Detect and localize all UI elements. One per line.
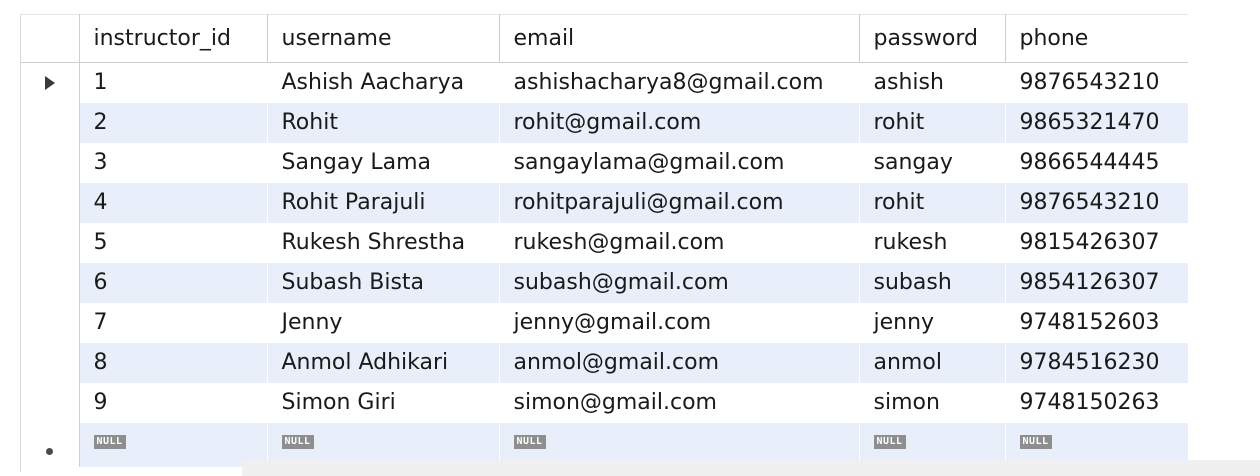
table-row[interactable]: 9 Simon Giri simon@gmail.com simon 97481…: [21, 382, 1190, 423]
null-badge: NULL: [281, 434, 314, 449]
table-row[interactable]: 8 Anmol Adhikari anmol@gmail.com anmol 9…: [21, 342, 1190, 383]
cell-username[interactable]: Anmol Adhikari: [267, 342, 499, 383]
cell-email[interactable]: jenny@gmail.com: [499, 302, 859, 343]
cell-password[interactable]: sangay: [859, 142, 1005, 183]
cell-username[interactable]: Rohit Parajuli: [267, 182, 499, 223]
cell-instructor-id[interactable]: 7: [79, 302, 267, 343]
cell-email[interactable]: rukesh@gmail.com: [499, 222, 859, 263]
cell-instructor-id[interactable]: NULL: [79, 422, 267, 467]
row-selector[interactable]: [21, 302, 80, 343]
cell-username[interactable]: Ashish Aacharya: [267, 62, 499, 103]
result-grid-window: { "grid": { "columns": ["instructor_id",…: [0, 0, 1260, 476]
cell-phone[interactable]: 9854126307: [1005, 262, 1190, 303]
table-row[interactable]: 4 Rohit Parajuli rohitparajuli@gmail.com…: [21, 182, 1190, 223]
cell-email[interactable]: anmol@gmail.com: [499, 342, 859, 383]
grid-empty-area: [1188, 14, 1260, 460]
table-row[interactable]: 5 Rukesh Shrestha rukesh@gmail.com rukes…: [21, 222, 1190, 263]
table-row[interactable]: 7 Jenny jenny@gmail.com jenny 9748152603: [21, 302, 1190, 343]
cell-instructor-id[interactable]: 6: [79, 262, 267, 303]
row-selector[interactable]: [21, 142, 80, 183]
result-table: instructor_id username email password ph…: [21, 14, 1190, 467]
cell-password[interactable]: rukesh: [859, 222, 1005, 263]
cell-instructor-id[interactable]: 9: [79, 382, 267, 423]
row-selector[interactable]: [21, 342, 80, 383]
null-badge: NULL: [873, 434, 906, 449]
column-header-username[interactable]: username: [267, 14, 500, 63]
cell-password[interactable]: simon: [859, 382, 1005, 423]
null-badge: NULL: [93, 434, 126, 449]
cell-phone[interactable]: 9748150263: [1005, 382, 1190, 423]
cell-email[interactable]: subash@gmail.com: [499, 262, 859, 303]
cell-phone[interactable]: 9876543210: [1005, 182, 1190, 223]
null-badge: NULL: [513, 434, 546, 449]
cell-phone[interactable]: 9815426307: [1005, 222, 1190, 263]
column-header-email[interactable]: email: [499, 14, 860, 63]
row-selector[interactable]: [21, 182, 80, 223]
cell-instructor-id[interactable]: 1: [79, 62, 267, 103]
table-row[interactable]: 6 Subash Bista subash@gmail.com subash 9…: [21, 262, 1190, 303]
new-row-selector[interactable]: [21, 422, 80, 467]
row-selector[interactable]: [21, 262, 80, 303]
column-header-phone[interactable]: phone: [1005, 14, 1190, 63]
cell-instructor-id[interactable]: 8: [79, 342, 267, 383]
column-header-password[interactable]: password: [859, 14, 1006, 63]
cell-phone[interactable]: 9866544445: [1005, 142, 1190, 183]
select-all-corner[interactable]: [21, 14, 80, 63]
new-row-dot-icon: [46, 448, 54, 455]
cell-username[interactable]: Simon Giri: [267, 382, 499, 423]
row-selector[interactable]: [21, 222, 80, 263]
cell-phone[interactable]: 9784516230: [1005, 342, 1190, 383]
table-body: 1 Ashish Aacharya ashishacharya8@gmail.c…: [21, 62, 1190, 467]
table-row[interactable]: 1 Ashish Aacharya ashishacharya8@gmail.c…: [21, 62, 1190, 103]
cell-password[interactable]: rohit: [859, 102, 1005, 143]
cell-email[interactable]: simon@gmail.com: [499, 382, 859, 423]
cell-username[interactable]: Jenny: [267, 302, 499, 343]
cell-instructor-id[interactable]: 5: [79, 222, 267, 263]
cell-username[interactable]: Rohit: [267, 102, 499, 143]
cell-email[interactable]: rohit@gmail.com: [499, 102, 859, 143]
cell-password[interactable]: anmol: [859, 342, 1005, 383]
row-pointer-arrow-icon: [44, 76, 55, 91]
cell-phone[interactable]: 9865321470: [1005, 102, 1190, 143]
table-row[interactable]: 3 Sangay Lama sangaylama@gmail.com sanga…: [21, 142, 1190, 183]
cell-instructor-id[interactable]: 2: [79, 102, 267, 143]
row-selector[interactable]: [21, 382, 80, 423]
null-badge: NULL: [1019, 434, 1052, 449]
cell-phone[interactable]: 9748152603: [1005, 302, 1190, 343]
row-selector[interactable]: [21, 62, 80, 103]
header-row: instructor_id username email password ph…: [21, 14, 1190, 63]
cell-username[interactable]: Sangay Lama: [267, 142, 499, 183]
cell-phone[interactable]: 9876543210: [1005, 62, 1190, 103]
cell-email[interactable]: rohitparajuli@gmail.com: [499, 182, 859, 223]
cell-password[interactable]: subash: [859, 262, 1005, 303]
cell-email[interactable]: sangaylama@gmail.com: [499, 142, 859, 183]
column-header-instructor-id[interactable]: instructor_id: [79, 14, 268, 63]
cell-username[interactable]: Subash Bista: [267, 262, 499, 303]
cell-instructor-id[interactable]: 4: [79, 182, 267, 223]
result-grid[interactable]: instructor_id username email password ph…: [20, 14, 1190, 472]
cell-password[interactable]: rohit: [859, 182, 1005, 223]
cell-email[interactable]: ashishacharya8@gmail.com: [499, 62, 859, 103]
horizontal-scrollbar[interactable]: [242, 460, 1260, 476]
row-selector[interactable]: [21, 102, 80, 143]
cell-password[interactable]: jenny: [859, 302, 1005, 343]
table-row[interactable]: 2 Rohit rohit@gmail.com rohit 9865321470: [21, 102, 1190, 143]
cell-username[interactable]: Rukesh Shrestha: [267, 222, 499, 263]
cell-password[interactable]: ashish: [859, 62, 1005, 103]
cell-instructor-id[interactable]: 3: [79, 142, 267, 183]
